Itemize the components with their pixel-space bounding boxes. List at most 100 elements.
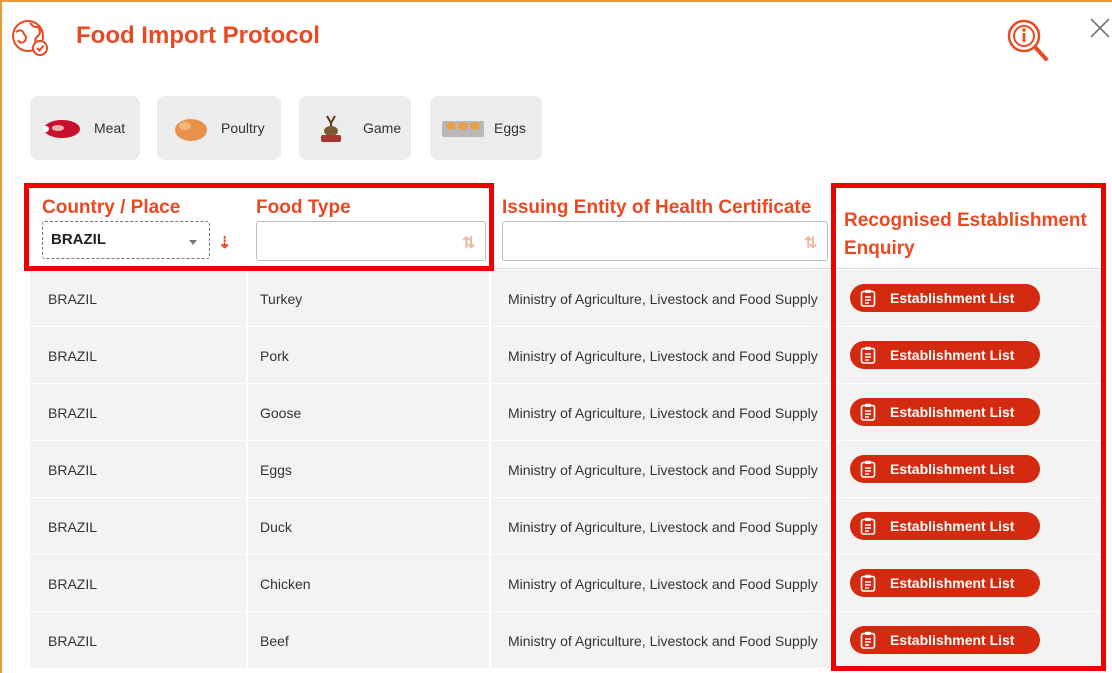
column-header-establishment: Recognised Establishment Enquiry bbox=[844, 210, 1087, 259]
column-divider bbox=[830, 498, 832, 555]
establishment-list-label: Establishment List bbox=[890, 347, 1015, 363]
sort-icon[interactable]: ⇅ bbox=[462, 233, 475, 253]
chevron-down-icon bbox=[189, 240, 197, 245]
establishment-list-label: Establishment List bbox=[890, 518, 1015, 534]
column-divider bbox=[830, 384, 832, 441]
category-eggs-button[interactable]: Eggs bbox=[430, 96, 542, 160]
column-divider bbox=[489, 384, 491, 441]
column-divider bbox=[246, 612, 248, 669]
cell-country: BRAZIL bbox=[48, 404, 98, 421]
country-select-value: BRAZIL bbox=[51, 231, 106, 248]
column-header-issuer: Issuing Entity of Health Certificate bbox=[502, 197, 812, 218]
clipboard-icon bbox=[860, 631, 876, 649]
column-divider bbox=[489, 327, 491, 384]
column-divider bbox=[830, 555, 832, 612]
column-header-food-type: Food Type bbox=[256, 197, 351, 218]
column-divider bbox=[489, 270, 491, 327]
cell-issuer: Ministry of Agriculture, Livestock and F… bbox=[508, 347, 818, 364]
cell-issuer: Ministry of Agriculture, Livestock and F… bbox=[508, 518, 818, 535]
column-divider bbox=[489, 555, 491, 612]
cell-country: BRAZIL bbox=[48, 518, 98, 535]
cell-issuer: Ministry of Agriculture, Livestock and F… bbox=[508, 290, 818, 307]
cell-food-type: Duck bbox=[260, 518, 292, 535]
establishment-list-label: Establishment List bbox=[890, 290, 1015, 306]
cell-food-type: Beef bbox=[260, 632, 289, 649]
category-game-button[interactable]: Game bbox=[299, 96, 411, 160]
info-search-icon[interactable] bbox=[1004, 16, 1050, 64]
clipboard-icon bbox=[860, 574, 876, 592]
table-row: BRAZIL Turkey Ministry of Agriculture, L… bbox=[30, 270, 1102, 327]
cell-issuer: Ministry of Agriculture, Livestock and F… bbox=[508, 404, 818, 421]
country-select[interactable]: BRAZIL bbox=[42, 221, 210, 259]
cell-food-type: Chicken bbox=[260, 575, 311, 592]
table-header: Country / Place BRAZIL ⇣ Food Type ⇅ Iss… bbox=[30, 183, 1102, 269]
cell-country: BRAZIL bbox=[48, 461, 98, 478]
establishment-list-label: Establishment List bbox=[890, 632, 1015, 648]
column-divider bbox=[830, 441, 832, 498]
category-label: Meat bbox=[94, 120, 126, 136]
cell-country: BRAZIL bbox=[48, 632, 98, 649]
category-meat-button[interactable]: Meat bbox=[30, 96, 140, 160]
dialog-header: Food Import Protocol bbox=[10, 14, 1110, 64]
column-header-country: Country / Place bbox=[42, 197, 181, 218]
cell-country: BRAZIL bbox=[48, 290, 98, 307]
table-row: BRAZIL Beef Ministry of Agriculture, Liv… bbox=[30, 612, 1102, 669]
cell-food-type: Goose bbox=[260, 404, 302, 421]
cell-country: BRAZIL bbox=[48, 575, 98, 592]
eggs-icon bbox=[442, 121, 484, 137]
column-divider bbox=[246, 555, 248, 612]
column-divider bbox=[246, 270, 248, 327]
establishment-list-button[interactable]: Establishment List bbox=[850, 284, 1040, 312]
establishment-list-button[interactable]: Establishment List bbox=[850, 341, 1040, 369]
category-label: Game bbox=[363, 120, 402, 136]
category-label: Eggs bbox=[494, 120, 526, 136]
cell-issuer: Ministry of Agriculture, Livestock and F… bbox=[508, 461, 818, 478]
column-divider bbox=[246, 441, 248, 498]
column-divider bbox=[489, 612, 491, 669]
food-type-filter-input[interactable] bbox=[256, 221, 486, 261]
column-divider bbox=[830, 612, 832, 669]
page-title: Food Import Protocol bbox=[76, 22, 320, 49]
column-divider bbox=[246, 327, 248, 384]
table-row: BRAZIL Duck Ministry of Agriculture, Liv… bbox=[30, 498, 1102, 555]
establishment-list-button[interactable]: Establishment List bbox=[850, 455, 1040, 483]
clipboard-icon bbox=[860, 403, 876, 421]
category-label: Poultry bbox=[221, 120, 265, 136]
table-row: BRAZIL Chicken Ministry of Agriculture, … bbox=[30, 555, 1102, 612]
issuer-filter-input[interactable] bbox=[502, 221, 828, 261]
clipboard-icon bbox=[860, 460, 876, 478]
establishment-list-button[interactable]: Establishment List bbox=[850, 512, 1040, 540]
sort-icon[interactable]: ⇅ bbox=[804, 233, 817, 253]
column-divider bbox=[246, 498, 248, 555]
meat-icon bbox=[43, 120, 80, 138]
establishment-list-label: Establishment List bbox=[890, 461, 1015, 477]
globe-icon bbox=[12, 20, 48, 56]
cell-food-type: Turkey bbox=[260, 290, 303, 307]
column-divider bbox=[830, 327, 832, 384]
table-row: BRAZIL Goose Ministry of Agriculture, Li… bbox=[30, 384, 1102, 441]
cell-issuer: Ministry of Agriculture, Livestock and F… bbox=[508, 575, 818, 592]
clipboard-icon bbox=[860, 346, 876, 364]
table-row: BRAZIL Pork Ministry of Agriculture, Liv… bbox=[30, 327, 1102, 384]
category-poultry-button[interactable]: Poultry bbox=[157, 96, 281, 160]
clipboard-icon bbox=[860, 517, 876, 535]
column-divider bbox=[830, 270, 832, 327]
clipboard-icon bbox=[860, 289, 876, 307]
column-divider bbox=[489, 498, 491, 555]
establishment-list-button[interactable]: Establishment List bbox=[850, 569, 1040, 597]
game-icon bbox=[321, 115, 341, 142]
establishment-list-button[interactable]: Establishment List bbox=[850, 398, 1040, 426]
cell-country: BRAZIL bbox=[48, 347, 98, 364]
cell-food-type: Eggs bbox=[260, 461, 292, 478]
establishment-list-label: Establishment List bbox=[890, 575, 1015, 591]
poultry-icon bbox=[175, 119, 207, 141]
table-row: BRAZIL Eggs Ministry of Agriculture, Liv… bbox=[30, 441, 1102, 498]
column-divider bbox=[489, 441, 491, 498]
sort-desc-icon[interactable]: ⇣ bbox=[218, 233, 231, 253]
close-icon[interactable] bbox=[1088, 16, 1112, 40]
cell-issuer: Ministry of Agriculture, Livestock and F… bbox=[508, 632, 818, 649]
establishment-list-button[interactable]: Establishment List bbox=[850, 626, 1040, 654]
column-divider bbox=[246, 384, 248, 441]
cell-food-type: Pork bbox=[260, 347, 289, 364]
establishment-list-label: Establishment List bbox=[890, 404, 1015, 420]
